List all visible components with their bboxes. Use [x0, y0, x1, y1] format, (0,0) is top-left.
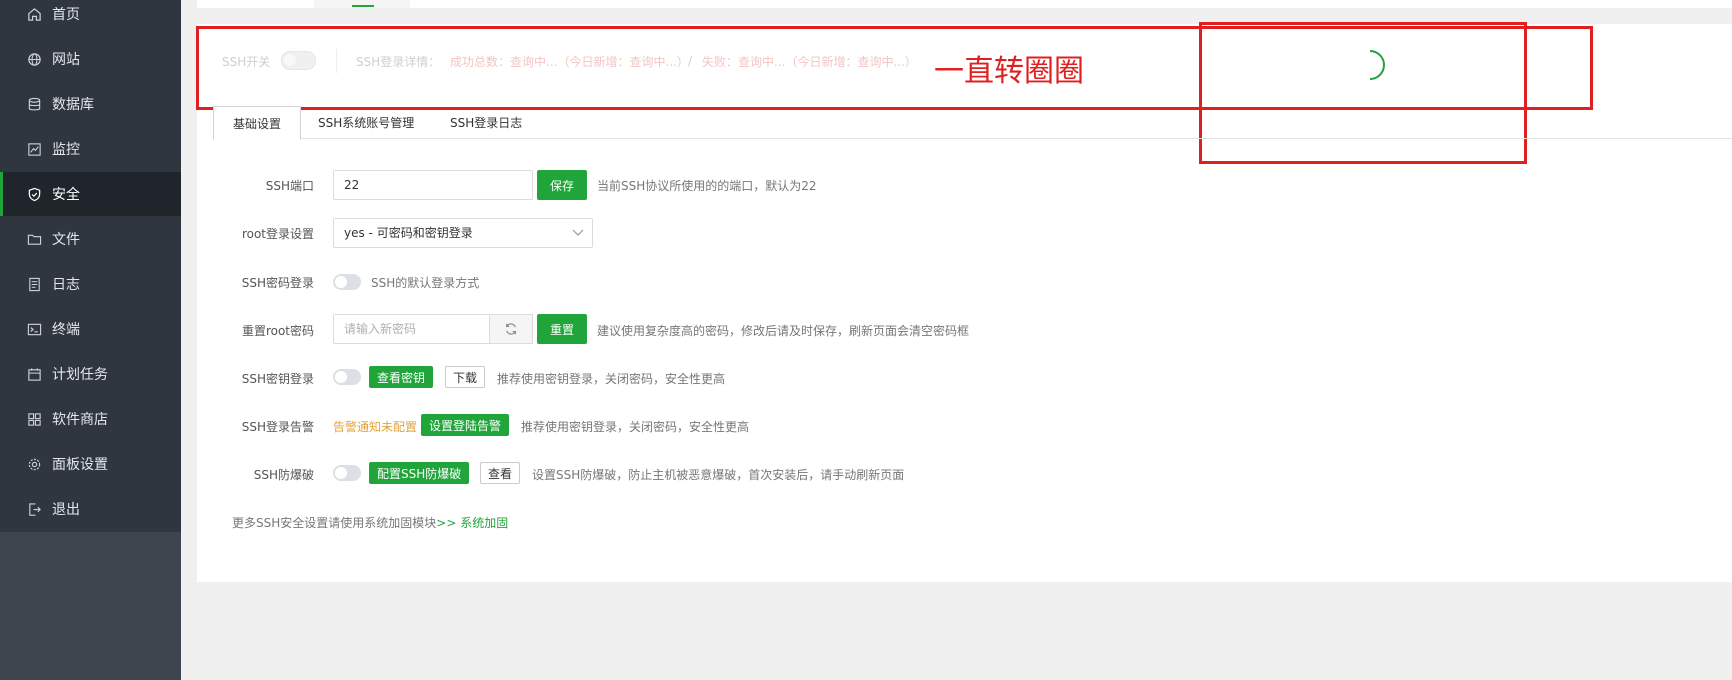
logout-icon [26, 501, 42, 517]
tabs-divider [213, 138, 1732, 139]
monitor-icon [26, 141, 42, 157]
key-login-hint: 推荐使用密钥登录，关闭密码，安全性更高 [497, 372, 726, 386]
download-key-button[interactable]: 下载 [445, 366, 486, 388]
reset-root-label: 重置root密码 [241, 324, 314, 338]
view-key-button[interactable]: 查看密钥 [369, 366, 434, 388]
sidebar-item-settings[interactable]: 面板设置 [0, 442, 181, 486]
sidebar-item-label: 监控 [52, 142, 80, 158]
sidebar-item-label: 首页 [52, 7, 80, 23]
sidebar-item-label: 终端 [52, 322, 80, 338]
system-hardening-link[interactable]: >> 系统加固 [436, 516, 508, 530]
anti-brute-hint: 设置SSH防爆破，防止主机被恶意爆破，首次安装后，请手动刷新页面 [532, 468, 905, 482]
root-login-select[interactable]: yes - 可密码和密钥登录 [333, 218, 593, 248]
key-login-label: SSH密钥登录 [241, 372, 314, 386]
sidebar-item-label: 日志 [52, 277, 80, 293]
sidebar-item-label: 文件 [52, 232, 80, 248]
root-login-selected: yes - 可密码和密钥登录 [344, 226, 473, 240]
login-alarm-hint: 推荐使用密钥登录，关闭密码，安全性更高 [521, 420, 750, 434]
password-login-toggle[interactable] [333, 274, 361, 290]
home-icon [26, 6, 42, 22]
reset-password-button[interactable]: 重置 [537, 314, 587, 344]
ssh-port-hint: 当前SSH协议所使用的的端口，默认为22 [597, 179, 817, 193]
sidebar-item-database[interactable]: 数据库 [0, 82, 181, 126]
shield-icon [26, 186, 42, 202]
sidebar-item-website[interactable]: 网站 [0, 37, 181, 81]
folder-icon [26, 231, 42, 247]
sidebar-item-label: 网站 [52, 52, 80, 68]
sidebar-item-label: 软件商店 [52, 412, 108, 428]
footer-text: 更多SSH安全设置请使用系统加固模块 [232, 516, 437, 530]
refresh-icon [506, 323, 516, 335]
top-tab-strip [197, 0, 1732, 8]
set-login-alarm-button[interactable]: 设置登陆告警 [421, 414, 510, 436]
sidebar: 首页 网站 数据库 监控 安全 文件 日志 终端 计划任务 软件商店 面板设置 … [0, 0, 181, 680]
save-port-button[interactable]: 保存 [537, 170, 587, 200]
apps-icon [26, 411, 42, 427]
anti-brute-toggle[interactable] [333, 465, 361, 481]
configure-anti-brute-button[interactable]: 配置SSH防爆破 [369, 462, 470, 484]
sidebar-item-logs[interactable]: 日志 [0, 262, 181, 306]
chevron-down-icon [572, 229, 584, 236]
sidebar-item-store[interactable]: 软件商店 [0, 397, 181, 441]
reset-root-hint: 建议使用复杂度高的密码，修改后请及时保存，刷新页面会清空密码框 [597, 324, 970, 338]
sidebar-item-cron[interactable]: 计划任务 [0, 352, 181, 396]
sidebar-item-monitor[interactable]: 监控 [0, 127, 181, 171]
anti-brute-label: SSH防爆破 [253, 468, 314, 482]
log-icon [26, 276, 42, 292]
ssh-port-label: SSH端口 [265, 179, 314, 193]
sidebar-item-terminal[interactable]: 终端 [0, 307, 181, 351]
calendar-icon [26, 366, 42, 382]
sidebar-item-logout[interactable]: 退出 [0, 487, 181, 531]
sidebar-item-label: 退出 [52, 502, 80, 518]
sidebar-item-label: 计划任务 [52, 367, 108, 383]
sidebar-item-label: 安全 [52, 187, 80, 203]
sidebar-item-files[interactable]: 文件 [0, 217, 181, 261]
ssh-port-field[interactable] [344, 178, 522, 192]
loading-spinner-icon [1369, 50, 1385, 80]
sidebar-item-label: 面板设置 [52, 457, 108, 473]
tab-ssh-login-log[interactable]: SSH登录日志 [450, 112, 522, 139]
login-alarm-label: SSH登录告警 [241, 420, 314, 434]
key-login-toggle[interactable] [333, 369, 361, 385]
top-tab-indicator [352, 5, 374, 7]
reset-root-input[interactable] [333, 314, 490, 344]
password-login-label: SSH密码登录 [241, 276, 314, 290]
tab-basic-settings[interactable]: 基础设置 [213, 106, 301, 140]
sidebar-item-home[interactable]: 首页 [0, 0, 181, 36]
database-icon [26, 96, 42, 112]
footer-note: 更多SSH安全设置请使用系统加固模块>> 系统加固 [232, 514, 508, 531]
ssh-port-input[interactable] [333, 170, 533, 200]
sidebar-item-label: 数据库 [52, 97, 94, 113]
terminal-icon [26, 321, 42, 337]
annotation-box-spinner [1199, 22, 1527, 164]
sidebar-menu: 首页 网站 数据库 监控 安全 文件 日志 终端 计划任务 软件商店 面板设置 … [0, 0, 181, 532]
alarm-status-text: 告警通知未配置 [333, 420, 418, 434]
view-anti-brute-button[interactable]: 查看 [480, 462, 521, 484]
globe-icon [26, 51, 42, 67]
annotation-label: 一直转圈圈 [934, 54, 1084, 89]
root-login-label: root登录设置 [241, 227, 314, 241]
password-login-hint: SSH的默认登录方式 [371, 276, 480, 290]
new-password-field[interactable] [344, 322, 480, 336]
gear-icon [26, 456, 42, 472]
tab-ssh-accounts[interactable]: SSH系统账号管理 [318, 112, 414, 139]
generate-password-button[interactable] [489, 314, 533, 344]
sidebar-item-security[interactable]: 安全 [0, 172, 181, 216]
